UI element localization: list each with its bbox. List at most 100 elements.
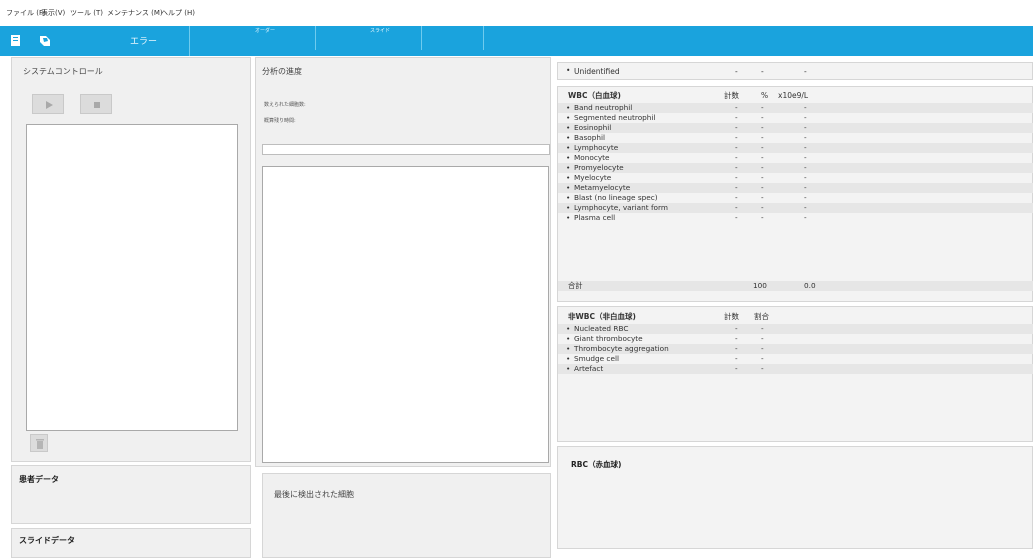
menu-tools[interactable]: ツール (T) — [70, 8, 103, 18]
last-detected-cell-title: 最後に検出された細胞 — [274, 490, 354, 499]
absolute-value: - — [804, 173, 807, 182]
non-wbc-col-count: 計数 — [724, 312, 739, 321]
empty-toolbar-slot[interactable] — [421, 26, 484, 50]
menu-maintenance[interactable]: メンテナンス (M) — [107, 8, 163, 18]
table-row[interactable]: • Plasma cell - - - — [558, 213, 1033, 223]
cell-type-name: Giant thrombocyte — [574, 334, 643, 343]
bullet: • — [566, 143, 571, 152]
percent-value: - — [761, 183, 764, 192]
non-wbc-col-ratio: 割合 — [754, 312, 769, 321]
absolute-value: - — [804, 183, 807, 192]
percent-value: - — [761, 133, 764, 142]
wbc-header: WBC（白血球) 計数 % x10e9/L — [558, 90, 1033, 101]
bullet: • — [566, 133, 571, 142]
wbc-total-unit: 0.0 — [804, 281, 816, 290]
wbc-col-count: 計数 — [724, 91, 739, 100]
table-row[interactable]: • Band neutrophil - - - — [558, 103, 1033, 113]
slide-list-box[interactable] — [26, 124, 238, 431]
count-value: - — [735, 123, 738, 132]
clipboard-icon[interactable] — [9, 34, 23, 48]
slide-tray-icon[interactable] — [38, 34, 52, 48]
percent-value: - — [761, 364, 764, 373]
unidentified-row[interactable]: • Unidentified - - - — [557, 62, 1033, 80]
absolute-value: - — [804, 203, 807, 212]
menu-help[interactable]: ヘルプ (H) — [161, 8, 195, 18]
start-button[interactable] — [32, 94, 64, 114]
cell-image-view[interactable] — [262, 166, 549, 463]
count-value: - — [735, 103, 738, 112]
order-button[interactable]: オーダー — [255, 26, 316, 50]
menu-view[interactable]: 表示(V) — [41, 8, 65, 18]
percent-value: - — [761, 123, 764, 132]
count-value: - — [735, 324, 738, 333]
bullet: • — [566, 203, 571, 212]
wbc-total-row: 合計 100 0.0 — [558, 281, 1033, 291]
absolute-value: - — [804, 103, 807, 112]
percent-value: - — [761, 113, 764, 122]
table-row[interactable]: • Monocyte - - - — [558, 153, 1033, 163]
table-row[interactable]: • Metamyelocyte - - - — [558, 183, 1033, 193]
stop-icon — [94, 102, 100, 108]
stop-button[interactable] — [80, 94, 112, 114]
bullet: • — [566, 103, 571, 112]
menu-file[interactable]: ファイル (F) — [6, 8, 46, 18]
wbc-panel: WBC（白血球) 計数 % x10e9/L • Band neutrophil - -… — [557, 86, 1033, 302]
table-row[interactable]: • Smudge cell - - — [558, 354, 1033, 364]
wbc-col-percent: % — [761, 91, 769, 100]
delete-button[interactable] — [30, 434, 48, 452]
wbc-total-percent: 100 — [753, 281, 767, 290]
table-row[interactable]: • Blast (no lineage spec) - - - — [558, 193, 1033, 203]
percent-value: - — [761, 163, 764, 172]
analysis-progress-title: 分析の進度 — [262, 67, 302, 76]
remaining-time-label: 概算残り時間: — [264, 118, 296, 124]
order-label: オーダー — [255, 28, 276, 34]
percent-value: - — [761, 334, 764, 343]
percent-value: - — [761, 193, 764, 202]
slide-button[interactable]: スライド — [315, 26, 422, 50]
cell-type-name: Basophil — [574, 133, 606, 142]
count-value: - — [735, 354, 738, 363]
count-value: - — [735, 213, 738, 222]
error-button[interactable]: エラー — [88, 26, 190, 56]
table-row[interactable]: • Eosinophil - - - — [558, 123, 1033, 133]
counted-cells-label: 数えられた細胞数: — [264, 102, 306, 108]
unidentified-value-2: - — [761, 67, 764, 76]
system-control-title: システムコントロール — [23, 67, 103, 76]
percent-value: - — [761, 324, 764, 333]
table-row[interactable]: • Lymphocyte, variant form - - - — [558, 203, 1033, 213]
count-value: - — [735, 183, 738, 192]
table-row[interactable]: • Artefact - - — [558, 364, 1033, 374]
count-value: - — [735, 364, 738, 373]
table-row[interactable]: • Lymphocyte - - - — [558, 143, 1033, 153]
count-value: - — [735, 193, 738, 202]
unidentified-value-1: - — [735, 67, 738, 76]
last-detected-cell-panel: 最後に検出された細胞 — [262, 473, 551, 558]
cell-type-name: Metamyelocyte — [574, 183, 631, 192]
menu-bar: ファイル (F) 表示(V) ツール (T) メンテナンス (M) ヘルプ (H… — [0, 0, 1033, 26]
table-row[interactable]: • Myelocyte - - - — [558, 173, 1033, 183]
count-value: - — [735, 133, 738, 142]
table-row[interactable]: • Nucleated RBC - - — [558, 324, 1033, 334]
count-value: - — [735, 113, 738, 122]
absolute-value: - — [804, 123, 807, 132]
trash-icon — [36, 439, 44, 449]
patient-data-panel: 患者データ — [11, 465, 251, 524]
rbc-panel: RBC（赤血球) — [557, 446, 1033, 549]
table-row[interactable]: • Promyelocyte - - - — [558, 163, 1033, 173]
percent-value: - — [761, 344, 764, 353]
count-value: - — [735, 163, 738, 172]
cell-type-name: Promyelocyte — [574, 163, 624, 172]
count-value: - — [735, 344, 738, 353]
absolute-value: - — [804, 163, 807, 172]
percent-value: - — [761, 143, 764, 152]
table-row[interactable]: • Giant thrombocyte - - — [558, 334, 1033, 344]
bullet: • — [566, 123, 571, 132]
table-row[interactable]: • Segmented neutrophil - - - — [558, 113, 1033, 123]
progress-bar — [262, 144, 550, 155]
wbc-col-unit: x10e9/L — [778, 91, 809, 100]
table-row[interactable]: • Basophil - - - — [558, 133, 1033, 143]
bullet: • — [566, 183, 571, 192]
percent-value: - — [761, 173, 764, 182]
slide-label: スライド — [370, 28, 391, 34]
table-row[interactable]: • Thrombocyte aggregation - - — [558, 344, 1033, 354]
